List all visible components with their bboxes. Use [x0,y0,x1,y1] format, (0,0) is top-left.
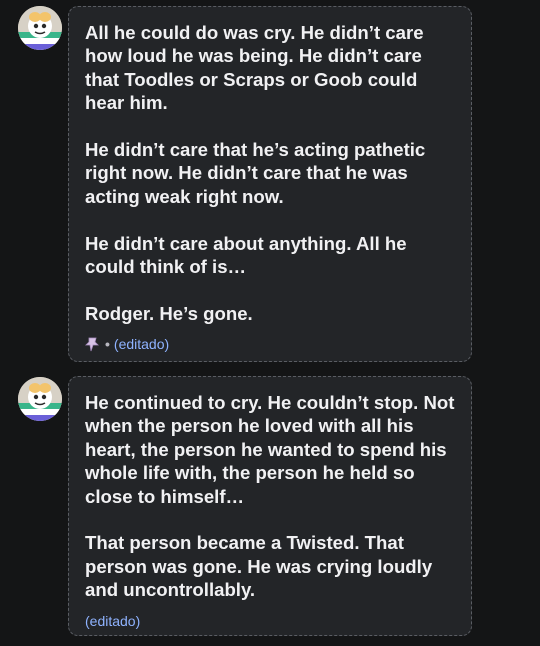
message-bubble: All he could do was cry. He didn’t care … [68,6,472,362]
message-paragraph: He didn’t care that he’s acting pathetic… [85,139,426,207]
meta-separator: • [105,336,110,353]
message-meta: • (editado) [85,333,455,355]
message-feed: All he could do was cry. He didn’t care … [0,0,540,646]
avatar-image [18,377,62,421]
message-paragraph: All he could do was cry. He didn’t care … [85,22,424,114]
message-paragraph: Rodger. He’s gone. [85,302,253,324]
edited-label[interactable]: (editado) [114,336,169,352]
avatar[interactable] [18,377,62,421]
message-paragraph: He continued to cry. He couldn’t stop. N… [85,392,455,507]
message-paragraph: That person became a Twisted. That perso… [85,532,433,601]
message-meta: (editado) [85,610,455,632]
message-bubble: He continued to cry. He couldn’t stop. N… [68,376,472,636]
edited-label[interactable]: (editado) [85,613,140,629]
pin-icon[interactable] [85,336,101,352]
avatar-image [18,6,62,50]
avatar[interactable] [18,6,62,50]
message-paragraph: He didn’t care about anything. All he co… [85,232,407,278]
